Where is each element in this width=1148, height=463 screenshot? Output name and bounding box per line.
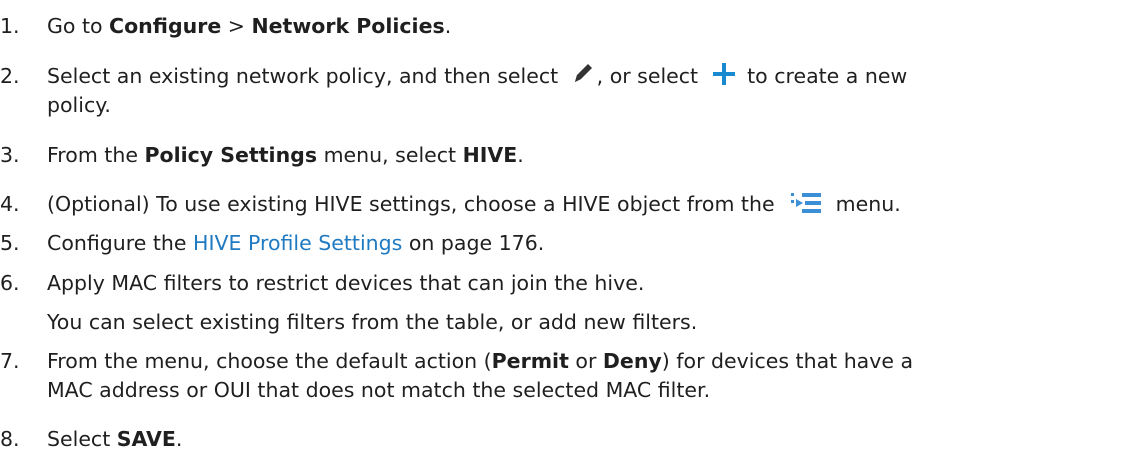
step-number: 6. (0, 271, 20, 295)
step-number: 1. (0, 14, 20, 38)
step-text: From the Policy Settings menu, select HI… (47, 143, 524, 167)
step-text: Go to Configure > Network Policies. (47, 14, 452, 38)
step-number: 7. (0, 349, 20, 373)
menu-network-policies: Network Policies (251, 14, 445, 38)
step-2-continuation: policy. (47, 93, 111, 117)
menu-configure: Configure (109, 14, 222, 38)
menu-policy-settings: Policy Settings (144, 143, 318, 167)
step-text: From the menu, choose the default action… (47, 349, 914, 373)
step-text: Select SAVE. (47, 427, 183, 451)
step-number: 4. (0, 192, 20, 216)
step-text: (Optional) To use existing HIVE settings… (47, 191, 901, 216)
action-permit: Permit (491, 349, 569, 373)
list-select-icon (791, 191, 822, 213)
step-text: Apply MAC filters to restrict devices th… (47, 271, 645, 295)
step-text: Configure the HIVE Profile Settings on p… (47, 231, 545, 255)
step-text: Select an existing network policy, and t… (47, 62, 907, 90)
action-deny: Deny (602, 349, 662, 373)
procedure-steps: 1. Go to Configure > Network Policies. 2… (0, 0, 1148, 463)
plus-icon (711, 61, 737, 87)
hive-profile-settings-link[interactable]: HIVE Profile Settings (193, 231, 402, 255)
step-7-continuation: MAC address or OUI that does not match t… (47, 378, 711, 402)
step-number: 2. (0, 64, 20, 88)
menu-hive: HIVE (462, 143, 518, 167)
action-save: SAVE (116, 427, 176, 451)
step-number: 3. (0, 143, 20, 167)
pencil-icon (571, 60, 595, 86)
step-number: 8. (0, 427, 20, 451)
step-6-note: You can select existing filters from the… (47, 310, 698, 334)
step-number: 5. (0, 231, 20, 255)
